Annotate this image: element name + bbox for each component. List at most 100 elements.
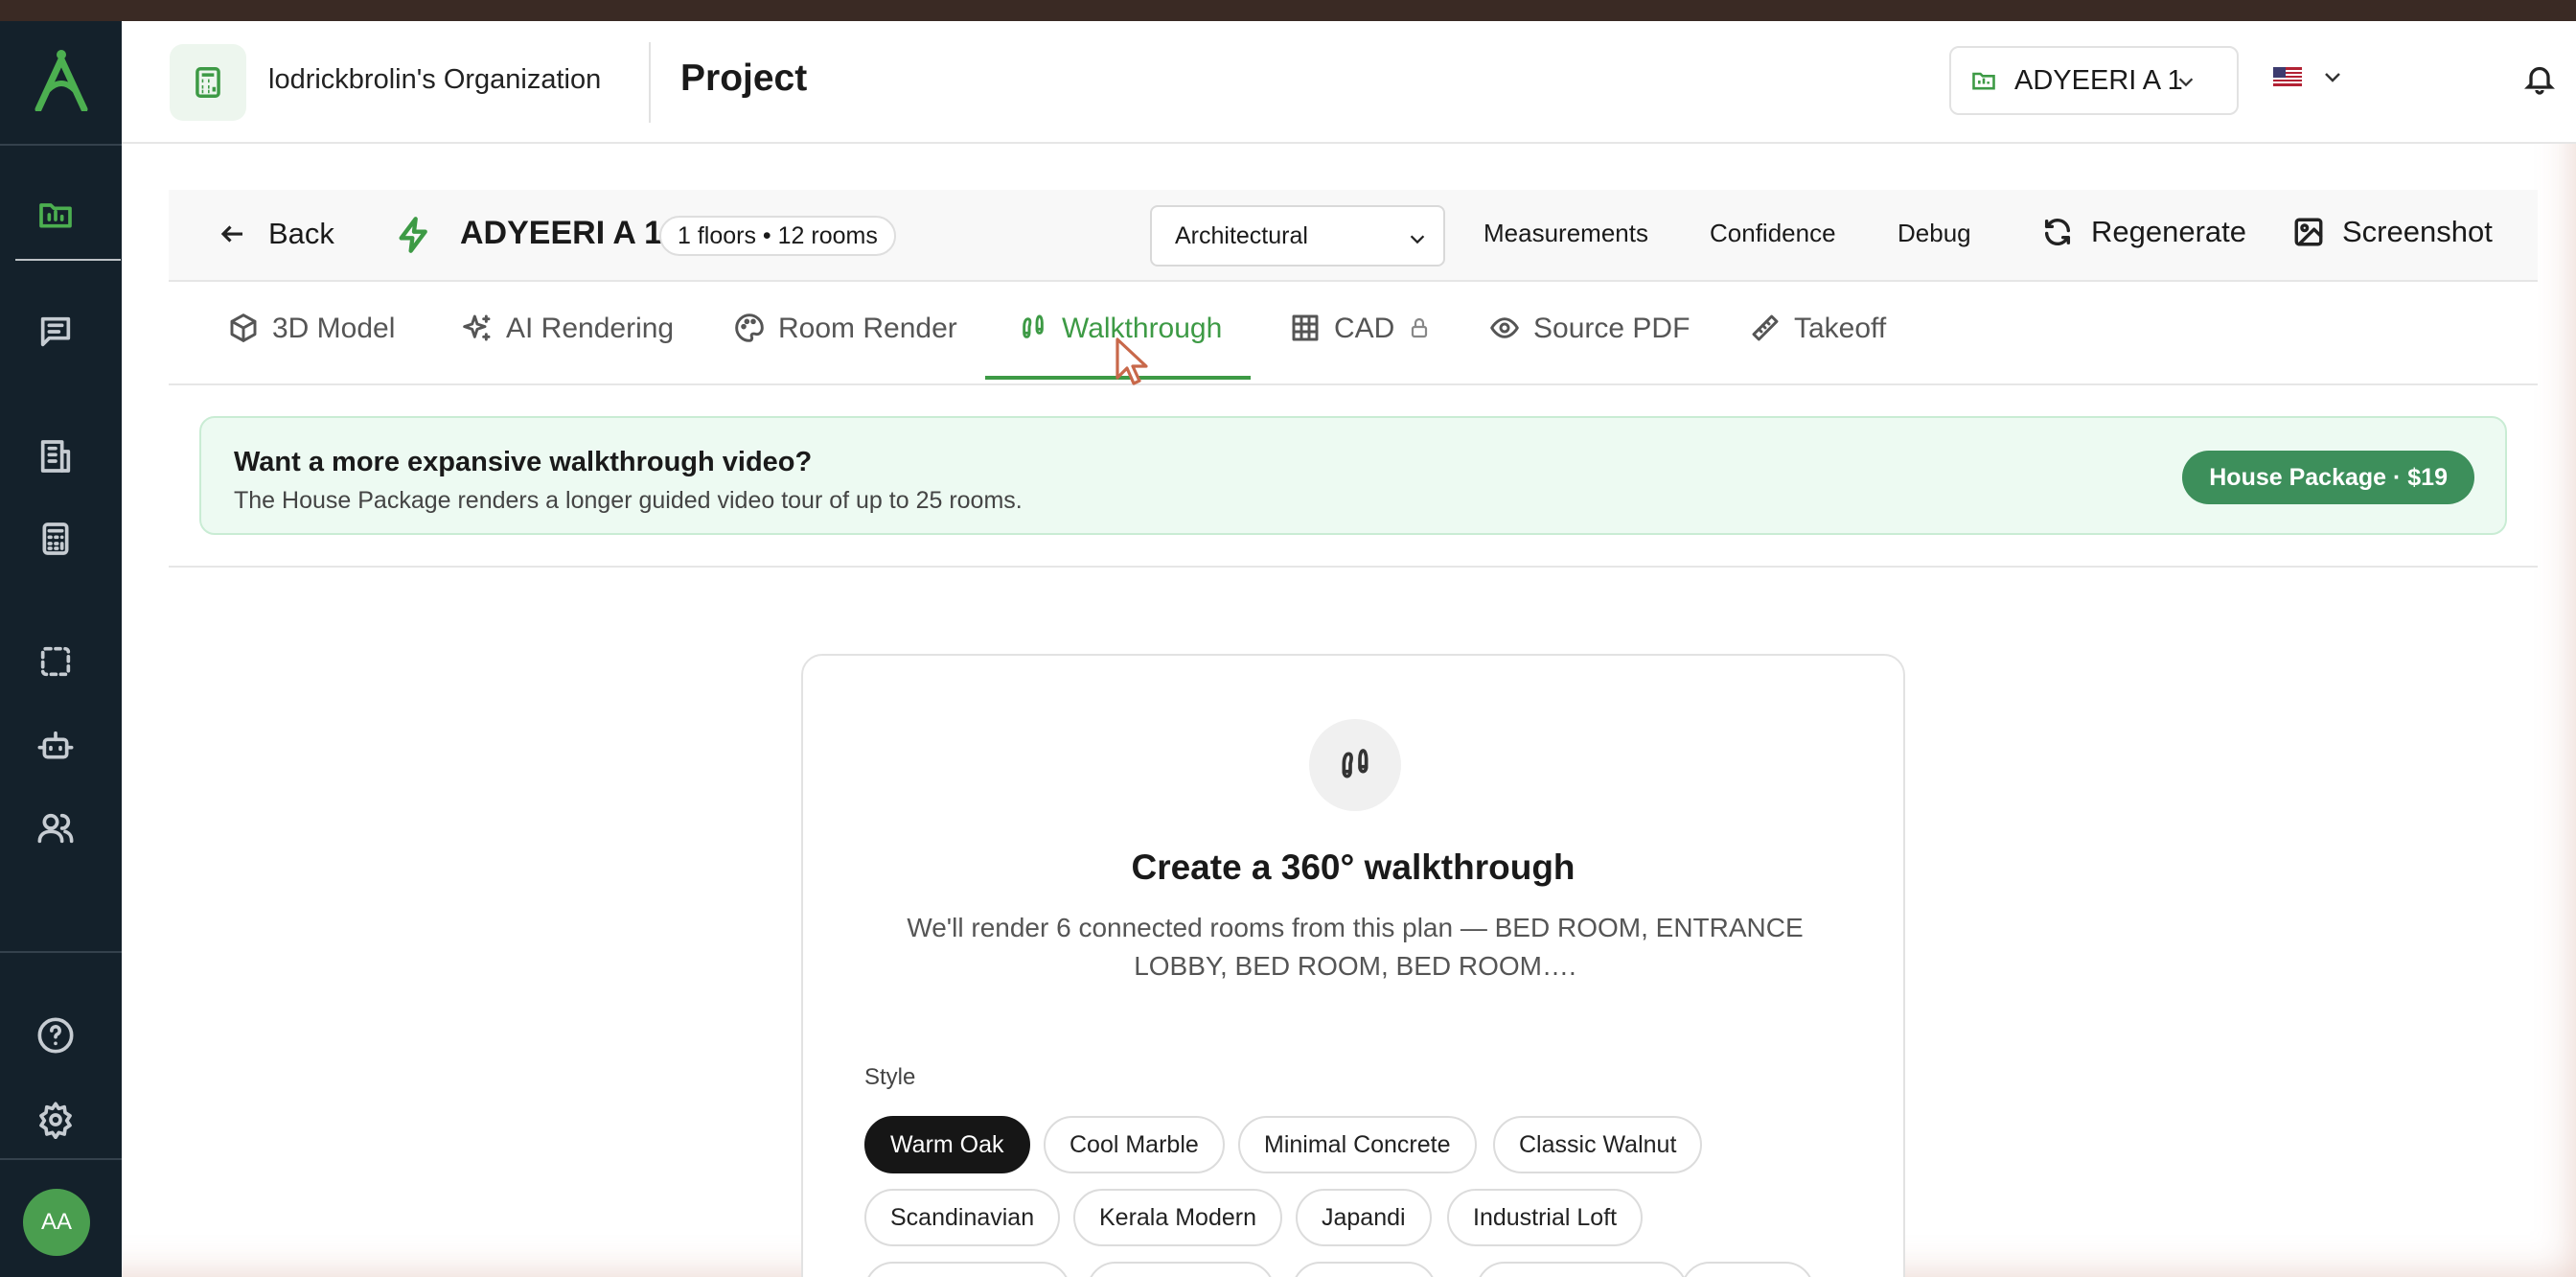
style-chip-minimal-concrete[interactable]: Minimal Concrete <box>1238 1116 1477 1173</box>
chevron-down-icon <box>2178 78 2194 87</box>
content-divider <box>169 566 2538 568</box>
style-chip-kerala-modern[interactable]: Kerala Modern <box>1073 1189 1282 1246</box>
walkthrough-icon-circle <box>1309 719 1401 811</box>
organization-icon[interactable] <box>170 44 246 121</box>
tab-label: Room Render <box>778 313 957 344</box>
image-icon <box>2294 218 2323 246</box>
sidebar-divider <box>0 951 122 953</box>
upsell-banner: Want a more expansive walkthrough video?… <box>199 416 2507 535</box>
card-description: We'll render 6 connected rooms from this… <box>907 913 1804 981</box>
sidebar-item-calculator[interactable] <box>33 516 79 562</box>
tab-label: AI Rendering <box>506 313 675 344</box>
project-selector[interactable]: ADYEERI A 1 <box>1949 46 2239 115</box>
view-tabs: 3D Model AI Rendering Room Render Walkth… <box>169 280 2538 385</box>
sidebar-active-underline <box>15 259 121 261</box>
app-window: AA lodrickbrolin's Organization Project … <box>0 21 2576 1277</box>
view-mode-select[interactable]: Architectural <box>1150 205 1445 267</box>
style-chip-coastal[interactable]: Coastal <box>1681 1262 1814 1277</box>
style-chip-cool-marble[interactable]: Cool Marble <box>1044 1116 1225 1173</box>
tab-label: CAD <box>1334 313 1395 344</box>
sidebar-item-bot[interactable] <box>33 723 79 769</box>
users-icon <box>37 813 74 844</box>
tab-3d-model[interactable]: 3D Model <box>228 303 395 380</box>
tab-label: Takeoff <box>1794 313 1887 344</box>
mouse-cursor-icon <box>1116 337 1148 385</box>
organization-name[interactable]: lodrickbrolin's Organization <box>268 64 601 96</box>
tab-room-render[interactable]: Room Render <box>734 303 957 380</box>
topbar-divider <box>649 42 651 123</box>
sidebar-item-projects[interactable] <box>33 192 79 238</box>
style-chip-quiet-luxury[interactable]: Quiet Luxury <box>1087 1262 1275 1277</box>
sidebar-item-selection[interactable] <box>33 638 79 685</box>
calculator-icon <box>42 522 69 555</box>
us-flag-icon[interactable] <box>2273 67 2302 86</box>
project-name: ADYEERI A 1 <box>460 215 662 251</box>
eye-icon <box>1490 317 1519 338</box>
tab-label: 3D Model <box>272 313 396 344</box>
sidebar-item-team[interactable] <box>33 805 79 851</box>
sidebar-item-buildings[interactable] <box>33 433 79 479</box>
tab-takeoff[interactable]: Takeoff <box>1750 303 1886 380</box>
sidebar-avatar[interactable]: AA <box>23 1189 90 1256</box>
screenshot-label: Screenshot <box>2342 215 2493 248</box>
grid-icon <box>1292 314 1319 341</box>
back-label: Back <box>268 217 334 250</box>
tab-ai-rendering[interactable]: AI Rendering <box>462 303 674 380</box>
card-title: Create a 360° walkthrough <box>1131 847 1576 887</box>
screenshot-button[interactable]: Screenshot <box>2292 215 2493 249</box>
confidence-toggle[interactable]: Confidence <box>1710 219 1836 248</box>
project-folder-icon <box>1972 72 1995 90</box>
cube-icon <box>230 313 257 342</box>
tab-label: Source PDF <box>1533 313 1690 344</box>
calculator-icon <box>196 67 220 98</box>
building-icon <box>40 440 71 473</box>
style-chip-japandi[interactable]: Japandi <box>1296 1189 1432 1246</box>
robot-icon <box>37 731 74 759</box>
regenerate-button[interactable]: Regenerate <box>2041 215 2246 249</box>
style-chip-industrial-loft[interactable]: Industrial Loft <box>1447 1189 1644 1246</box>
style-chip-modern-luxury[interactable]: Modern Luxury <box>1476 1262 1688 1277</box>
sidebar-divider <box>0 144 122 146</box>
sidebar-item-settings[interactable] <box>33 1097 79 1143</box>
debug-toggle[interactable]: Debug <box>1898 219 1971 248</box>
footprints-icon <box>1023 314 1044 338</box>
app-logo-icon[interactable] <box>33 48 90 111</box>
bell-icon[interactable] <box>2522 61 2557 96</box>
sparkles-icon <box>463 314 491 341</box>
sidebar: AA <box>0 21 122 1277</box>
style-label: Style <box>864 1064 916 1090</box>
back-button[interactable]: Back <box>218 217 334 251</box>
chevron-down-icon <box>1410 235 1425 244</box>
tab-cad[interactable]: CAD <box>1290 303 1431 380</box>
footprints-icon <box>1342 749 1368 778</box>
style-chip-art-deco[interactable]: Art Deco <box>1292 1262 1438 1277</box>
house-package-button[interactable]: House Package · $19 <box>2182 451 2474 504</box>
view-mode-value: Architectural <box>1175 221 1308 249</box>
style-chip-classic-walnut[interactable]: Classic Walnut <box>1493 1116 1703 1173</box>
bolt-icon <box>399 217 427 253</box>
regenerate-label: Regenerate <box>2091 215 2247 248</box>
dashed-square-icon <box>40 646 71 677</box>
sidebar-divider <box>0 1158 122 1160</box>
project-selector-label: ADYEERI A 1 <box>2014 64 2183 96</box>
sidebar-item-help[interactable] <box>33 1012 79 1058</box>
palette-icon <box>735 313 764 342</box>
refresh-icon <box>2044 219 2071 245</box>
top-bar: lodrickbrolin's Organization Project ADY… <box>122 21 2576 144</box>
gear-icon <box>39 1102 72 1139</box>
style-chip-mediterranean[interactable]: Mediterranean <box>864 1262 1071 1277</box>
help-icon <box>37 1017 74 1054</box>
style-chip-warm-oak[interactable]: Warm Oak <box>864 1116 1030 1173</box>
chevron-down-icon[interactable] <box>2321 65 2344 88</box>
project-toolbar: Back ADYEERI A 1 1 floors • 12 rooms Arc… <box>169 190 2538 280</box>
ruler-icon <box>1752 314 1779 341</box>
floors-rooms-badge: 1 floors • 12 rooms <box>659 216 896 256</box>
lock-icon <box>1412 317 1428 338</box>
style-chip-scandinavian[interactable]: Scandinavian <box>864 1189 1061 1246</box>
tab-source-pdf[interactable]: Source PDF <box>1489 303 1690 380</box>
measurements-toggle[interactable]: Measurements <box>1484 219 1648 248</box>
arrow-left-icon <box>220 225 242 243</box>
sidebar-item-messages[interactable] <box>33 309 79 355</box>
page-title: Project <box>680 58 808 99</box>
walkthrough-card: Create a 360° walkthrough We'll render 6… <box>801 654 1905 1277</box>
